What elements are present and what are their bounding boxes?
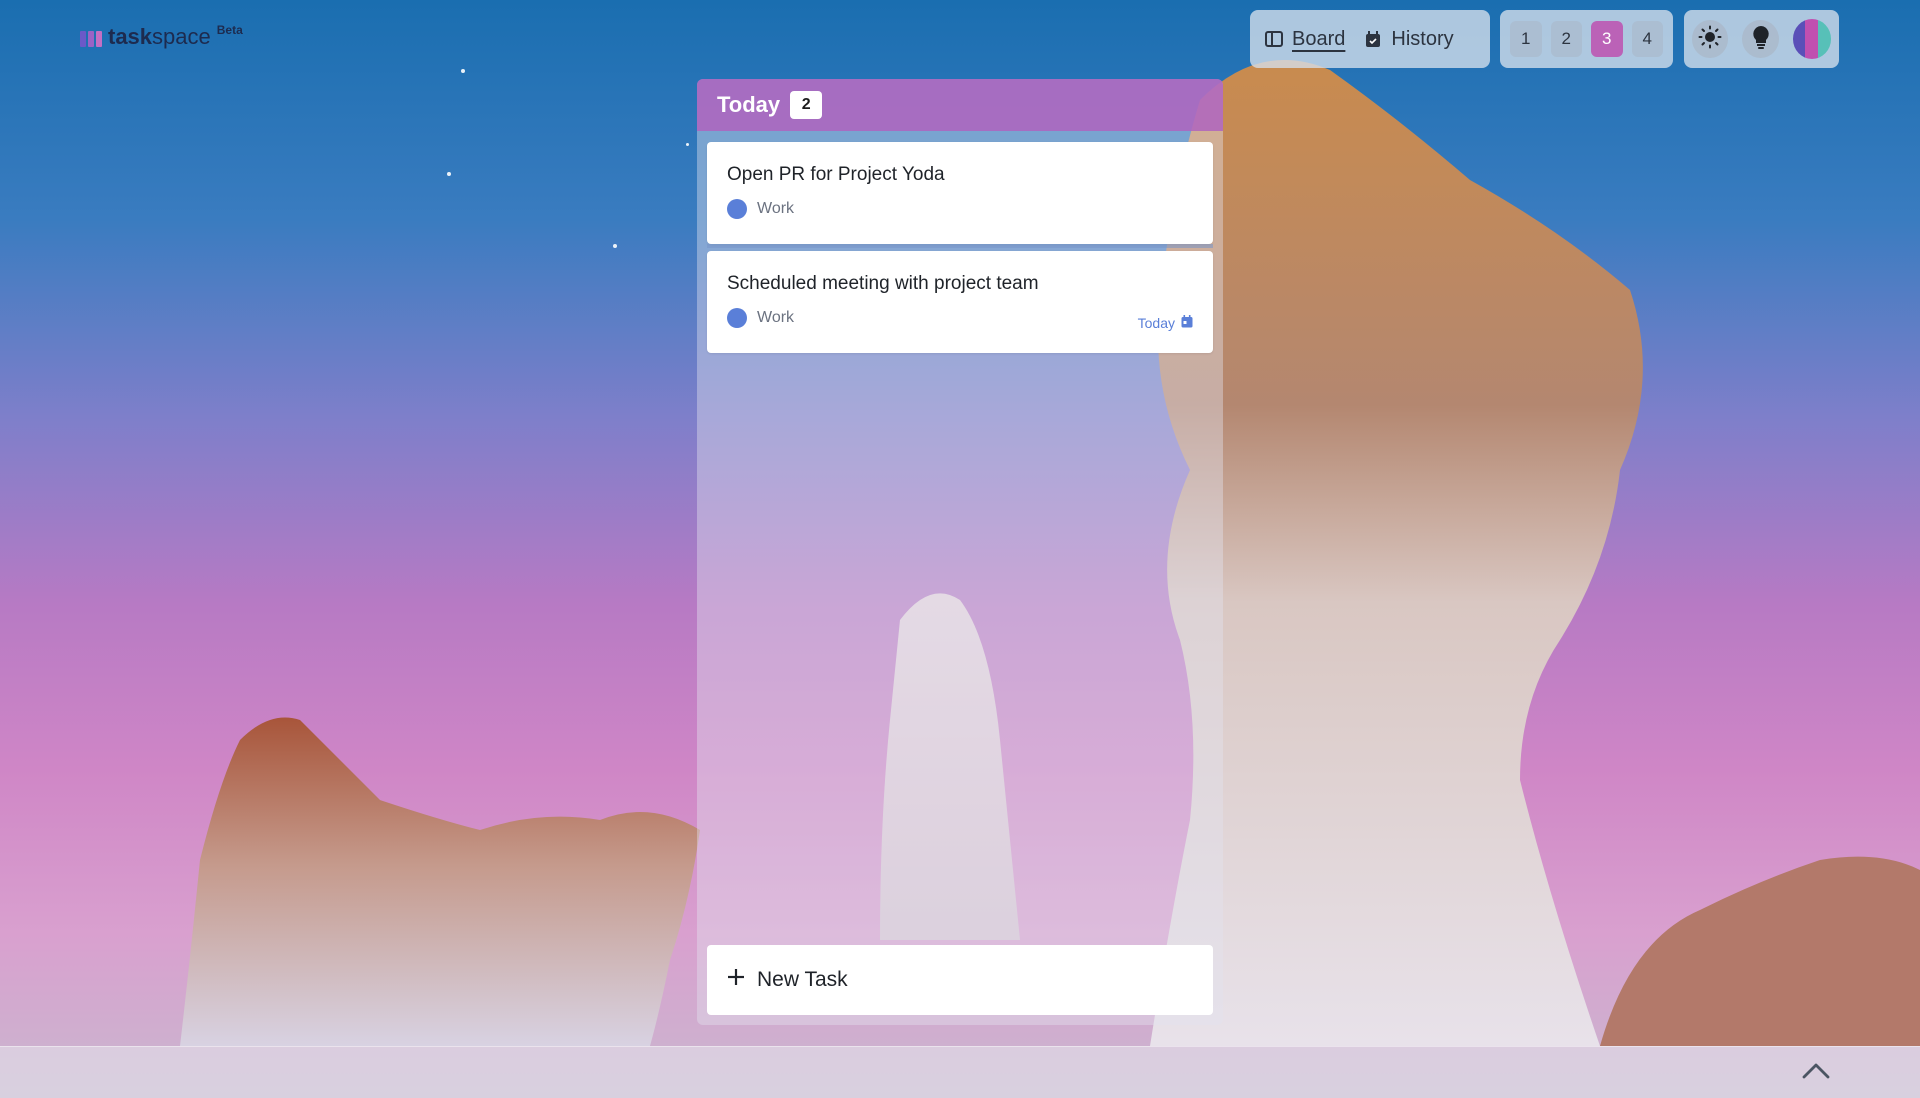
history-view-button[interactable]: History xyxy=(1363,27,1454,51)
page-button-4[interactable]: 4 xyxy=(1631,21,1663,57)
task-meta: Work xyxy=(727,199,1193,219)
due-date[interactable]: Today xyxy=(1138,315,1193,331)
avatar[interactable] xyxy=(1792,19,1831,59)
today-column: Today 2 Open PR for Project Yoda Work Sc… xyxy=(697,79,1223,1025)
history-label: History xyxy=(1391,27,1454,50)
ideas-button[interactable] xyxy=(1742,20,1779,58)
sun-icon xyxy=(1698,25,1722,54)
due-date-label: Today xyxy=(1137,315,1175,331)
new-task-button[interactable]: New Task xyxy=(707,945,1213,1015)
chevron-up-icon[interactable] xyxy=(1802,1061,1830,1084)
board-view-button[interactable]: Board xyxy=(1264,28,1345,51)
column-title: Today xyxy=(717,92,781,117)
calendar-icon xyxy=(1181,315,1193,331)
page-switcher: 1 2 3 4 xyxy=(1500,10,1673,68)
task-meta: Work xyxy=(727,308,1193,328)
page-button-3[interactable]: 3 xyxy=(1591,21,1623,57)
page-button-2[interactable]: 2 xyxy=(1550,21,1582,57)
board-label: Board xyxy=(1292,27,1346,50)
page-button-1[interactable]: 1 xyxy=(1510,21,1542,57)
theme-toggle-button[interactable] xyxy=(1692,20,1729,58)
tag-color-dot xyxy=(727,199,747,219)
column-count-badge: 2 xyxy=(790,91,823,119)
tag-label: Work xyxy=(757,200,795,217)
beta-badge: Beta xyxy=(216,23,243,37)
lightbulb-icon xyxy=(1751,25,1771,54)
calendar-icon xyxy=(1363,29,1383,49)
task-title: Open PR for Project Yoda xyxy=(727,164,945,185)
bottom-bar xyxy=(0,1046,1920,1098)
column-header: Today 2 xyxy=(697,79,1223,131)
task-card[interactable]: Scheduled meeting with project team Work… xyxy=(707,251,1213,353)
view-switcher: Board History xyxy=(1250,10,1490,68)
logo-icon xyxy=(80,31,102,47)
app-logo[interactable]: taskspace Beta xyxy=(80,23,243,50)
card-divider xyxy=(707,244,1213,248)
tag-label: Work xyxy=(757,309,795,326)
new-task-label: New Task xyxy=(757,968,848,991)
board-icon xyxy=(1264,29,1284,49)
action-bar xyxy=(1684,10,1839,68)
plus-icon xyxy=(727,968,745,992)
task-card[interactable]: Open PR for Project Yoda Work xyxy=(707,142,1213,244)
logo-text: taskspace xyxy=(108,24,211,49)
task-title: Scheduled meeting with project team xyxy=(727,273,1039,294)
tag-color-dot xyxy=(727,308,747,328)
